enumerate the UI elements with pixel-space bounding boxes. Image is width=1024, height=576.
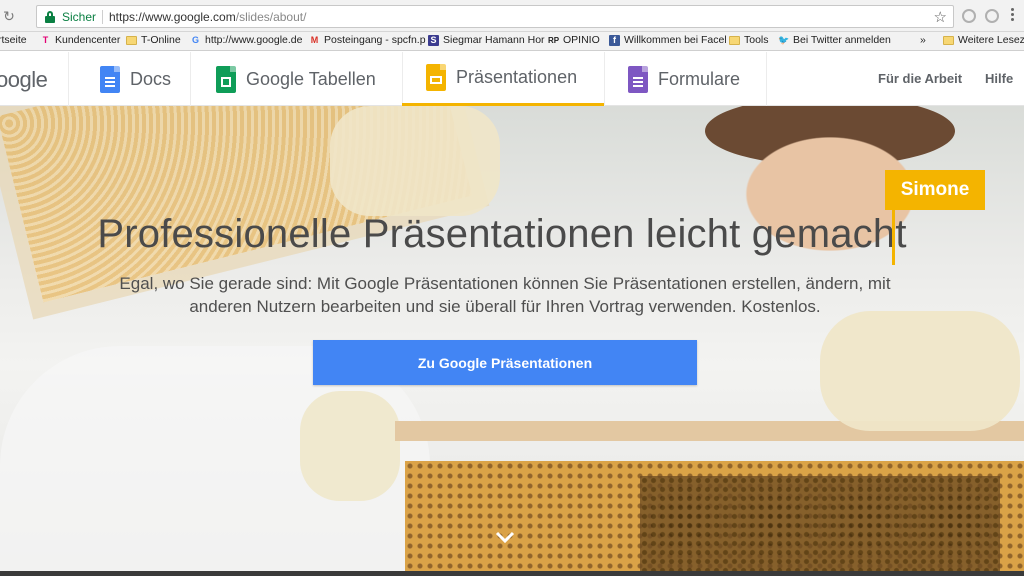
tab-label: Formulare: [658, 68, 741, 89]
sheets-icon: [216, 65, 236, 93]
tab-forms[interactable]: Formulare: [628, 52, 740, 106]
folder-icon: [729, 35, 740, 45]
google-logo[interactable]: oogle: [0, 67, 48, 93]
bookmark-star-icon[interactable]: ☆: [934, 8, 947, 26]
menu-icon[interactable]: [1011, 8, 1015, 23]
rp-icon: RP: [548, 35, 560, 45]
business-link[interactable]: Für die Arbeit: [878, 71, 962, 86]
bookmark-item[interactable]: S Siegmar Hamann Hor: [428, 34, 545, 46]
bookmark-label: T-Online: [141, 34, 181, 46]
help-link[interactable]: Hilfe: [985, 71, 1013, 86]
sh-icon: S: [428, 34, 439, 46]
bookmarks-overflow-button[interactable]: »: [920, 34, 926, 46]
reload-icon[interactable]: ↻: [1, 8, 17, 24]
bookmark-label: Siegmar Hamann Hor: [443, 34, 545, 46]
bookmark-item[interactable]: Tools: [729, 34, 769, 46]
hero-subtitle: Egal, wo Sie gerade sind: Mit Google Prä…: [119, 274, 891, 316]
bookmark-label: rtseite: [0, 34, 27, 46]
browser-toolbar: ↻ Sicher https://www.google.com/slides/a…: [0, 0, 1024, 32]
divider: [766, 52, 767, 106]
google-g-icon: G: [191, 34, 199, 45]
bookmark-item[interactable]: T-Online: [126, 34, 181, 46]
tab-slides[interactable]: Präsentationen: [402, 52, 604, 106]
extension-icon[interactable]: [962, 9, 976, 23]
hero-photo-glove: [820, 311, 1020, 431]
folder-icon: [126, 35, 137, 45]
bookmark-item[interactable]: T Kundencenter: [40, 34, 121, 46]
divider: [190, 52, 191, 106]
hero-photo-glove: [300, 391, 400, 501]
facebook-icon: f: [609, 34, 620, 46]
divider: [102, 10, 103, 24]
bookmark-label: Tools: [744, 34, 769, 46]
hero-title: Professionelle Präsentationen leicht gem…: [97, 212, 907, 256]
tab-sheets[interactable]: Google Tabellen: [216, 52, 376, 106]
slides-icon: [426, 64, 446, 91]
bookmark-item[interactable]: 🐦 Bei Twitter anmelden: [778, 34, 891, 46]
tab-docs[interactable]: Docs: [100, 52, 171, 106]
forms-icon: [628, 65, 648, 93]
url-path: /slides/about/: [235, 10, 307, 24]
docs-icon: [100, 65, 120, 93]
url-main: https://www.google.com: [109, 10, 236, 24]
address-bar[interactable]: Sicher https://www.google.com/slides/abo…: [36, 5, 954, 28]
collaborator-cursor: [892, 210, 895, 265]
collaborator-tag: Simone: [885, 170, 985, 210]
other-bookmarks[interactable]: Weitere Lesezeichen: [943, 34, 1024, 46]
bookmark-item[interactable]: M Posteingang - spcfn.p: [309, 34, 426, 46]
bookmark-label: Willkommen bei Facel: [624, 34, 727, 46]
hero-photo-glove: [330, 106, 500, 216]
bookmark-label: OPINIO: [563, 34, 600, 46]
folder-icon: [943, 35, 954, 45]
url-text[interactable]: https://www.google.com/slides/about/: [109, 10, 306, 24]
tab-label: Google Tabellen: [246, 68, 376, 89]
twitter-icon: 🐦: [778, 34, 790, 45]
honeycomb-image: [640, 476, 1000, 576]
open-slides-button[interactable]: Zu Google Präsentationen: [313, 340, 697, 385]
gmail-icon: M: [310, 34, 319, 45]
bookmark-item[interactable]: f Willkommen bei Facel: [609, 34, 727, 46]
taskbar: [0, 571, 1024, 576]
bookmarks-bar: rtseite T Kundencenter T-Online Ghttp://w…: [0, 32, 1024, 51]
tab-label: Docs: [130, 68, 172, 89]
divider: [68, 52, 69, 106]
chevron-down-icon[interactable]: [494, 526, 516, 548]
bookmark-label: Weitere Lesezeichen: [958, 34, 1024, 46]
bookmark-item[interactable]: RP OPINIO: [548, 34, 600, 46]
bookmark-label: Posteingang - spcfn.p: [324, 34, 426, 46]
hero-section: Professionelle Präsentationen leicht gem…: [0, 106, 1024, 576]
extension-icon[interactable]: [985, 9, 999, 23]
bookmark-item[interactable]: rtseite: [0, 34, 27, 46]
telekom-icon: T: [42, 34, 49, 45]
secure-label: Sicher: [62, 10, 97, 24]
product-header: oogle Docs Google Tabellen Präsentatione…: [0, 52, 1024, 106]
tab-label: Präsentationen: [456, 67, 578, 87]
bookmark-label: Bei Twitter anmelden: [793, 34, 891, 46]
lock-icon: [45, 11, 55, 23]
bookmark-item[interactable]: Ghttp://www.google.de: [190, 34, 303, 46]
divider: [604, 52, 605, 106]
bookmark-label: Kundencenter: [55, 34, 121, 46]
bookmark-label: http://www.google.de: [205, 34, 303, 46]
